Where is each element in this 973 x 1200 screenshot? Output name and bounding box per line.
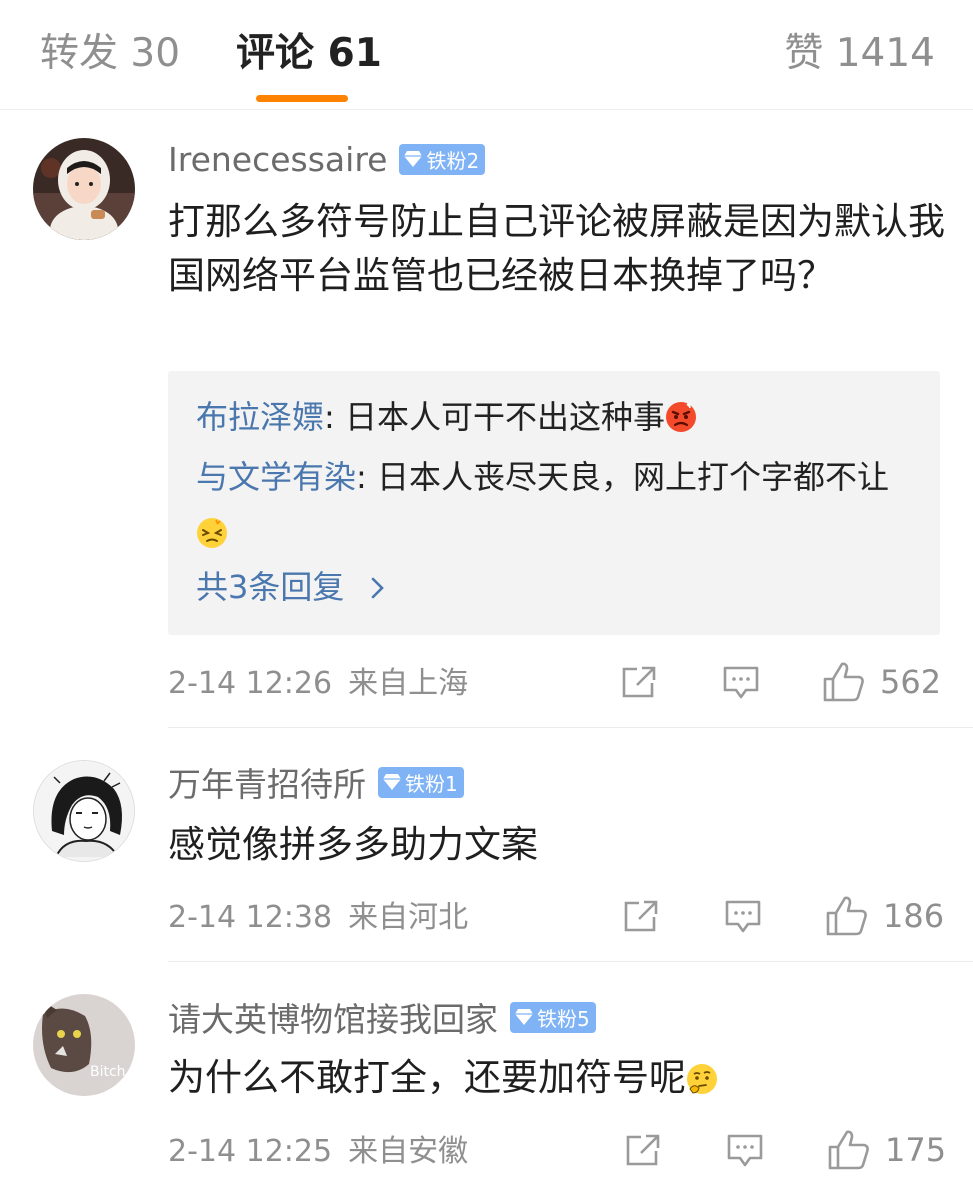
share-icon <box>624 900 658 932</box>
tab-comments[interactable]: 评论 61 <box>236 30 382 78</box>
fan-badge-label: 铁粉2 <box>426 148 480 173</box>
comment-meta: 2-14 12:26 来自上海 <box>168 664 468 704</box>
thumbs-up-icon <box>828 1130 869 1170</box>
username[interactable]: Irenecessaire <box>168 140 387 179</box>
active-tab-indicator <box>256 95 348 102</box>
fan-badge-label: 铁粉1 <box>405 771 458 796</box>
fan-badge-label: 铁粉5 <box>537 1006 590 1031</box>
ip-location: 来自河北 <box>348 900 469 935</box>
like-button[interactable]: 186 <box>825 894 944 938</box>
reply-button[interactable] <box>722 664 760 702</box>
reply-text: : 日本人丧尽天良，网上打个字都不让 <box>356 458 889 496</box>
diamond-icon <box>515 1009 533 1025</box>
reply-preview[interactable]: 布拉泽嫖: 日本人可干不出这种事 与文学有染: 日本人丧尽天良，网上打个字都不让… <box>168 371 940 635</box>
avatar[interactable] <box>33 138 135 240</box>
user-row: 请大英博物馆接我回家 铁粉5 <box>168 992 596 1042</box>
comment-item: Bitch 请大英博物馆接我回家 铁粉5 为什么不敢打全，还要加符号呢 2-14… <box>0 962 973 1200</box>
reply-button[interactable] <box>726 1132 764 1170</box>
comment-icon <box>725 900 761 933</box>
comment-item: 万年青招待所 铁粉1 感觉像拼多多助力文案 2-14 12:38 来自河北 186 <box>0 728 973 961</box>
like-count: 186 <box>883 897 945 935</box>
share-button[interactable] <box>624 1132 662 1168</box>
comment-text: 打那么多符号防止自己评论被屏蔽是因为默认我国网络平台监管也已经被日本换掉了吗？ <box>168 200 945 297</box>
username[interactable]: 请大英博物馆接我回家 <box>168 993 498 1041</box>
timestamp: 2-14 12:26 <box>168 666 333 701</box>
reply-button[interactable] <box>724 898 762 936</box>
thumbs-up-icon <box>826 896 867 936</box>
fan-badge: 铁粉5 <box>510 1001 596 1033</box>
reply-text: : 日本人可干不出这种事 <box>324 398 665 436</box>
avatar[interactable] <box>33 760 135 862</box>
more-replies-label: 共3条回复 <box>196 568 345 606</box>
chevron-right-icon <box>371 577 384 599</box>
comment-icon <box>723 666 759 699</box>
tab-reposts[interactable]: 转发 30 <box>40 30 180 78</box>
username[interactable]: 万年青招待所 <box>168 758 366 806</box>
like-count: 175 <box>885 1131 947 1169</box>
tab-likes[interactable]: 赞 1414 <box>784 30 935 78</box>
comment-meta: 2-14 12:25 来自安徽 <box>168 1132 468 1172</box>
like-button[interactable]: 562 <box>822 660 941 704</box>
fan-badge: 铁粉2 <box>399 143 486 175</box>
reply-item[interactable]: 与文学有染: 日本人丧尽天良，网上打个字都不让 <box>196 449 916 561</box>
share-icon <box>626 1134 660 1166</box>
reply-item[interactable]: 布拉泽嫖: 日本人可干不出这种事 <box>196 389 916 445</box>
timestamp: 2-14 12:38 <box>168 900 333 935</box>
ip-location: 来自安徽 <box>348 1134 469 1169</box>
angry-emoji-icon <box>665 402 696 432</box>
comment-text: 为什么不敢打全，还要加符号呢 <box>168 1051 948 1105</box>
avatar-caption: Bitch <box>90 1064 126 1080</box>
comment-meta: 2-14 12:38 来自河北 <box>168 898 468 938</box>
reply-author[interactable]: 与文学有染 <box>196 458 356 496</box>
timestamp: 2-14 12:25 <box>168 1134 333 1169</box>
share-icon <box>622 666 656 698</box>
like-button[interactable]: 175 <box>827 1128 946 1172</box>
comment-text: 感觉像拼多多助力文案 <box>168 823 538 866</box>
fan-badge: 铁粉1 <box>378 766 464 798</box>
share-button[interactable] <box>620 664 658 700</box>
avatar[interactable]: Bitch <box>33 994 135 1096</box>
comment-item: Irenecessaire 铁粉2 打那么多符号防止自己评论被屏蔽是因为默认我国… <box>0 112 973 727</box>
view-all-replies-link[interactable]: 共3条回复 <box>196 559 389 615</box>
comment-icon <box>727 1134 763 1167</box>
diamond-icon <box>383 774 401 790</box>
user-row: 万年青招待所 铁粉1 <box>168 757 464 807</box>
thinking-emoji-icon <box>687 1064 717 1094</box>
thumbs-up-icon <box>823 662 864 702</box>
user-row: Irenecessaire 铁粉2 <box>168 134 486 184</box>
comment-tabs: 转发 30 评论 61 赞 1414 <box>0 0 973 110</box>
share-button[interactable] <box>622 898 660 934</box>
ip-location: 来自上海 <box>348 666 469 701</box>
comment-text-body: 为什么不敢打全，还要加符号呢 <box>168 1056 686 1099</box>
like-count: 562 <box>880 663 942 701</box>
dizzy-emoji-icon <box>197 518 227 548</box>
diamond-icon <box>404 151 423 167</box>
reply-author[interactable]: 布拉泽嫖 <box>196 398 324 436</box>
